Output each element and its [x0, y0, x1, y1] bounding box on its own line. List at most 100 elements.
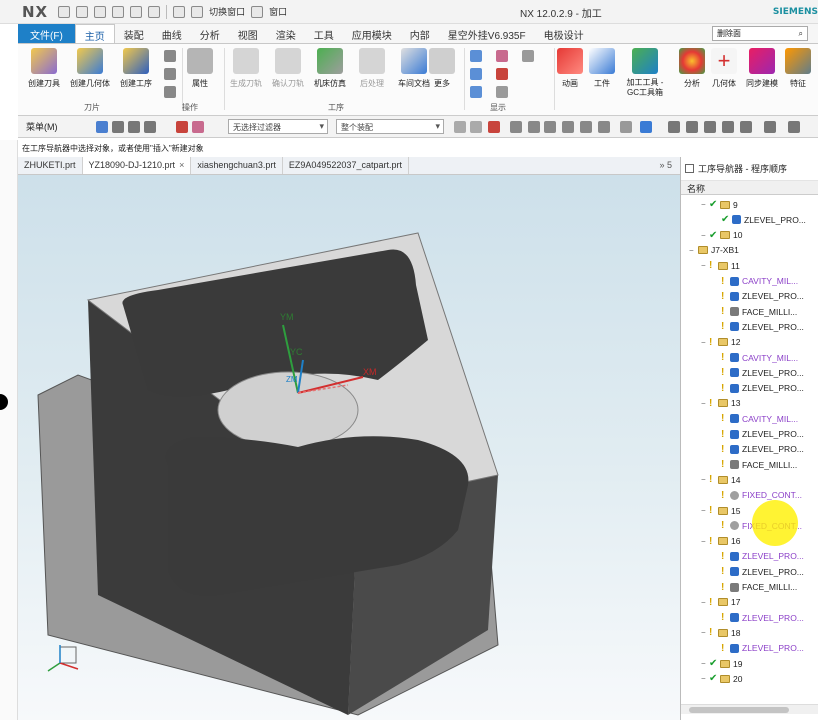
properties-button[interactable]: 属性	[178, 48, 222, 89]
collapse-toggle-icon[interactable]: −	[701, 261, 709, 270]
collapse-toggle-icon[interactable]: −	[701, 628, 709, 637]
view-icon[interactable]	[686, 121, 698, 133]
navigator-pin-icon[interactable]	[685, 164, 694, 173]
point-icon[interactable]	[488, 121, 500, 133]
more-tabs-button[interactable]: » 5	[659, 160, 672, 170]
generate-toolpath-button[interactable]: 生成刀轨	[224, 48, 268, 89]
snap-icon[interactable]	[454, 121, 466, 133]
navigator-row[interactable]: ! CAVITY_MIL...	[713, 411, 798, 426]
collapse-toggle-icon[interactable]: −	[701, 537, 709, 546]
display-extra-icon[interactable]	[522, 50, 534, 62]
scrollbar-thumb[interactable]	[689, 707, 789, 713]
navigator-row[interactable]: ! FACE_MILLI...	[713, 457, 797, 472]
cut-icon[interactable]	[112, 5, 125, 18]
snap-icon[interactable]	[470, 121, 482, 133]
feature-button[interactable]: 特征	[776, 48, 818, 89]
display-tool-icon[interactable]	[470, 86, 482, 98]
tab-assembly[interactable]: 装配	[115, 24, 153, 43]
tab-electrode[interactable]: 电极设计	[535, 24, 593, 43]
navigator-row[interactable]: −! 16	[701, 534, 740, 549]
navigator-row[interactable]: ! ZLEVEL_PRO...	[713, 564, 804, 579]
verify-toolpath-button[interactable]: 确认刀轨	[266, 48, 310, 89]
doc-tab-xiashengchuan[interactable]: xiashengchuan3.prt	[191, 157, 283, 174]
snap-icon[interactable]	[598, 121, 610, 133]
collapse-toggle-icon[interactable]: −	[689, 246, 697, 255]
navigator-row[interactable]: −! 11	[701, 258, 740, 273]
select-tools-icon[interactable]	[144, 121, 156, 133]
selection-filter-select[interactable]: 无选择过滤器	[228, 119, 328, 134]
navigator-row[interactable]: ! ZLEVEL_PRO...	[713, 549, 804, 564]
navigator-row[interactable]: −! 13	[701, 396, 740, 411]
snap-icon[interactable]	[544, 121, 556, 133]
collapse-toggle-icon[interactable]: −	[701, 475, 709, 484]
gc-toolbox-button[interactable]: 加工工具 - GC工具箱	[620, 48, 670, 98]
navigator-row[interactable]: ! FACE_MILLI...	[713, 304, 797, 319]
filter-pink-icon[interactable]	[192, 121, 204, 133]
shaded-icon[interactable]	[640, 121, 652, 133]
tab-render[interactable]: 渲染	[267, 24, 305, 43]
more-button[interactable]: 更多	[420, 48, 464, 89]
snap-icon[interactable]	[562, 121, 574, 133]
doc-tab-ez9a[interactable]: EZ9A049522037_catpart.prt	[283, 157, 409, 174]
navigator-row[interactable]: − ✔ 9	[701, 197, 738, 212]
display-view-icon[interactable]	[470, 68, 482, 80]
navigator-row[interactable]: ! ZLEVEL_PRO...	[713, 289, 804, 304]
tab-view[interactable]: 视图	[229, 24, 267, 43]
machine-view-icon[interactable]	[164, 68, 176, 80]
view-icon[interactable]	[722, 121, 734, 133]
select-icon[interactable]	[96, 121, 108, 133]
menu-button[interactable]: 菜单(M)	[26, 120, 58, 133]
view-icon[interactable]	[764, 121, 776, 133]
snap-icon[interactable]	[580, 121, 592, 133]
navigator-row[interactable]: −! 12	[701, 335, 740, 350]
collapse-toggle-icon[interactable]: −	[701, 674, 709, 683]
navigator-row[interactable]: −! 18	[701, 625, 740, 640]
program-view-icon[interactable]	[164, 50, 176, 62]
touch-mode-icon[interactable]	[173, 5, 186, 18]
navigator-row[interactable]: ! ZLEVEL_PRO...	[713, 365, 804, 380]
navigator-row[interactable]: − ✔ 20	[701, 671, 742, 686]
display-geom-icon[interactable]	[496, 50, 508, 62]
assembly-scope-select[interactable]: 整个装配	[336, 119, 444, 134]
copy-icon[interactable]	[130, 5, 143, 18]
close-tab-icon[interactable]: ×	[179, 160, 184, 170]
create-operation-button[interactable]: 创建工序	[114, 48, 158, 89]
select-tree-icon[interactable]	[112, 121, 124, 133]
redo-icon[interactable]	[94, 5, 107, 18]
navigator-scrollbar[interactable]	[681, 704, 818, 714]
collapse-toggle-icon[interactable]: −	[701, 659, 709, 668]
tab-plugin[interactable]: 星空外挂V6.935F	[439, 24, 535, 43]
graphics-viewport[interactable]: YM YC XM ZM	[18, 175, 680, 720]
search-icon[interactable]: ⌕	[799, 29, 803, 39]
display-path-icon[interactable]	[496, 68, 508, 80]
switch-window-button[interactable]: 切换窗口	[209, 5, 245, 18]
navigator-row[interactable]: ! CAVITY_MIL...	[713, 350, 798, 365]
doc-tab-yz18090[interactable]: YZ18090-DJ-1210.prt ×	[82, 157, 192, 174]
undo-icon[interactable]	[76, 5, 89, 18]
collapse-toggle-icon[interactable]: −	[701, 506, 709, 515]
navigator-row[interactable]: −! 14	[701, 472, 740, 487]
filter-red-icon[interactable]	[176, 121, 188, 133]
collapse-toggle-icon[interactable]: −	[701, 598, 709, 607]
collapse-toggle-icon[interactable]: −	[701, 338, 709, 347]
create-geometry-button[interactable]: 创建几何体	[68, 48, 112, 89]
tab-analysis[interactable]: 分析	[191, 24, 229, 43]
collapse-toggle-icon[interactable]: −	[701, 200, 709, 209]
navigator-row[interactable]: −! 17	[701, 595, 740, 610]
snap-icon[interactable]	[528, 121, 540, 133]
collapse-toggle-icon[interactable]: −	[701, 399, 709, 408]
navigator-row[interactable]: ! ZLEVEL_PRO...	[713, 319, 804, 334]
workpiece-button[interactable]: 工件	[580, 48, 624, 89]
doc-tab-zhuketi[interactable]: ZHUKETI.prt	[18, 157, 83, 174]
paste-icon[interactable]	[148, 5, 161, 18]
display-toolpath-icon[interactable]	[470, 50, 482, 62]
window-icon[interactable]	[251, 5, 264, 18]
navigator-row[interactable]: − J7-XB1	[689, 243, 739, 258]
navigator-row[interactable]: ! CAVITY_MIL...	[713, 274, 798, 289]
snap-icon[interactable]	[510, 121, 522, 133]
command-search-input[interactable]: 删除面 ⌕	[712, 26, 808, 41]
switch-window-icon[interactable]	[191, 5, 204, 18]
navigator-row[interactable]: − ✔ 19	[701, 656, 742, 671]
navigator-row[interactable]: ! ZLEVEL_PRO...	[713, 427, 804, 442]
view-icon[interactable]	[704, 121, 716, 133]
